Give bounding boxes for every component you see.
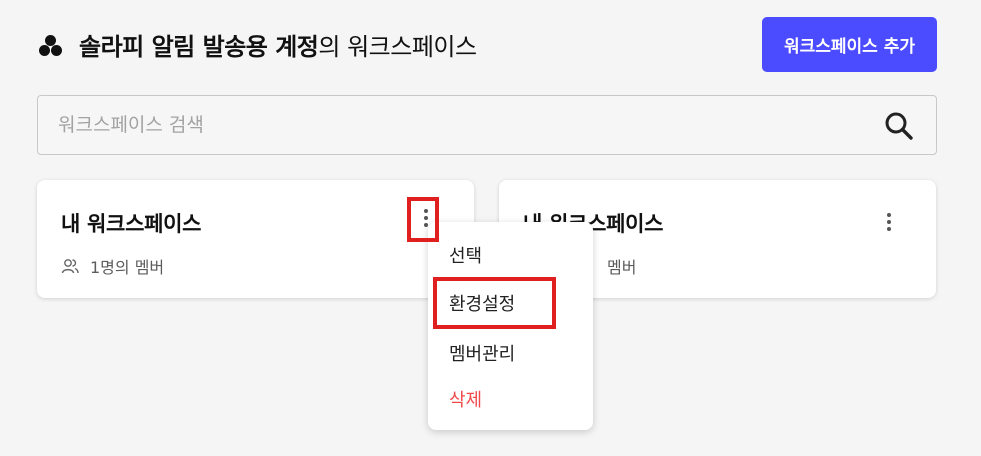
more-options-icon[interactable]	[878, 207, 900, 237]
workspace-options-menu: 선택 환경설정 멤버관리 삭제	[428, 222, 593, 430]
title-suffix: 의 워크스페이스	[318, 32, 477, 61]
logo-icon	[37, 30, 65, 58]
search-input[interactable]	[38, 96, 936, 154]
workspace-title: 내 워크스페이스	[61, 212, 202, 236]
add-workspace-button[interactable]: 워크스페이스 추가	[761, 16, 937, 72]
members-icon	[61, 259, 79, 274]
workspace-card[interactable]: 내 워크스페이스 1명의 멤버	[37, 180, 474, 298]
account-name: 솔라피 알림 발송용 계정	[79, 32, 319, 61]
header: 솔라피 알림 발송용 계정의 워크스페이스 워크스페이스 추가	[37, 16, 937, 72]
search-icon[interactable]	[884, 111, 914, 141]
menu-item-delete[interactable]: 삭제	[449, 386, 482, 412]
menu-item-manage-members[interactable]: 멤버관리	[449, 340, 515, 366]
member-count: 멤버	[607, 254, 636, 278]
menu-item-settings[interactable]: 환경설정	[449, 290, 515, 316]
title-wrap: 솔라피 알림 발송용 계정의 워크스페이스	[37, 27, 477, 62]
workspace-page: 솔라피 알림 발송용 계정의 워크스페이스 워크스페이스 추가 내 워크스페이스…	[0, 0, 981, 456]
search-box	[37, 95, 937, 155]
member-count-label: 1명의 멤버	[90, 258, 165, 277]
member-count-label: 멤버	[607, 258, 637, 277]
menu-item-select[interactable]: 선택	[449, 242, 482, 268]
member-count: 1명의 멤버	[61, 254, 164, 278]
page-title: 솔라피 알림 발송용 계정의 워크스페이스	[79, 27, 477, 62]
